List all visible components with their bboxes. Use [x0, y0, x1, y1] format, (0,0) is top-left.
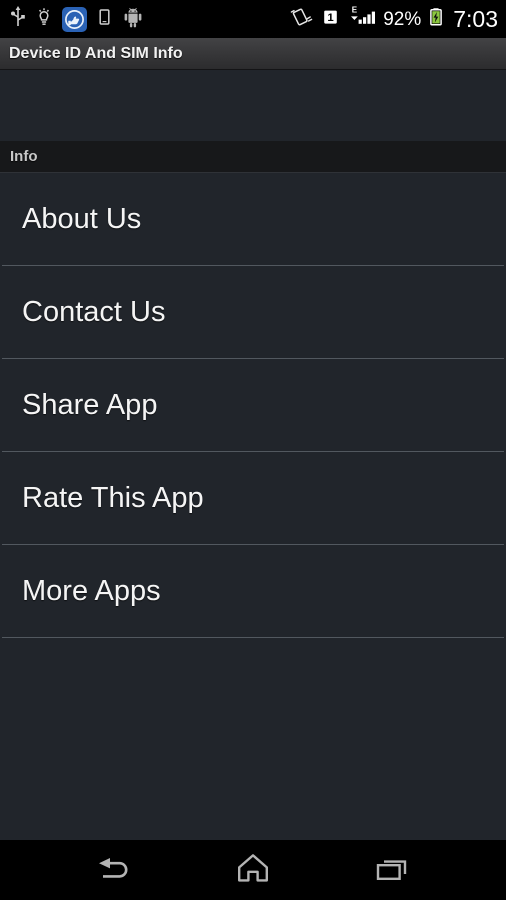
list-item-label: Rate This App: [22, 481, 204, 514]
list-item-label: Share App: [22, 388, 158, 421]
nav-recents-button[interactable]: [347, 840, 437, 900]
section-header-label: Info: [10, 148, 38, 165]
list-item-label: About Us: [22, 202, 142, 235]
status-bar-right-icons: 1 E 92% 7:03: [289, 5, 498, 34]
battery-percent-label: 92%: [383, 8, 422, 30]
svg-text:1: 1: [328, 12, 335, 24]
app-title-bar: Device ID And SIM Info: [0, 38, 506, 70]
clock-label: 7:03: [453, 5, 498, 32]
list-divider: [2, 637, 504, 638]
status-bar: 1 E 92% 7:03: [0, 0, 506, 38]
preference-screen: Info About Us Contact Us Share App Rate …: [0, 71, 506, 840]
list-item-label: More Apps: [22, 574, 161, 607]
nav-back-button[interactable]: [70, 840, 160, 900]
list-item-label: Contact Us: [22, 295, 166, 328]
list-item-more-apps[interactable]: More Apps: [0, 545, 506, 637]
sim-indicator-icon: 1: [322, 5, 339, 34]
page-title: Device ID And SIM Info: [9, 44, 183, 62]
usb-icon: [10, 5, 26, 34]
nav-home-button[interactable]: [208, 840, 298, 900]
settings-list: About Us Contact Us Share App Rate This …: [0, 173, 506, 638]
list-item-about-us[interactable]: About Us: [0, 173, 506, 265]
list-item-rate-this-app[interactable]: Rate This App: [0, 452, 506, 544]
content-top-spacer: [0, 71, 506, 141]
lightbulb-icon: [36, 5, 52, 34]
signal-bars-icon: E: [346, 5, 376, 34]
device-icon: [97, 5, 112, 34]
android-robot-icon: [122, 5, 144, 34]
status-bar-left-icons: [10, 5, 144, 34]
list-item-contact-us[interactable]: Contact Us: [0, 266, 506, 358]
list-item-share-app[interactable]: Share App: [0, 359, 506, 451]
android-screen: 1 E 92% 7:03 Device ID And SIM Info Info…: [0, 0, 506, 900]
back-arrow-icon: [92, 851, 138, 890]
home-icon: [233, 850, 273, 891]
screen-rotation-icon: [289, 5, 315, 34]
section-header-info: Info: [0, 141, 506, 173]
cleaner-app-icon: [62, 6, 87, 32]
svg-text:E: E: [352, 5, 358, 14]
system-navigation-bar: [0, 840, 506, 900]
recent-apps-icon: [372, 851, 412, 890]
battery-charging-icon: [428, 5, 444, 34]
